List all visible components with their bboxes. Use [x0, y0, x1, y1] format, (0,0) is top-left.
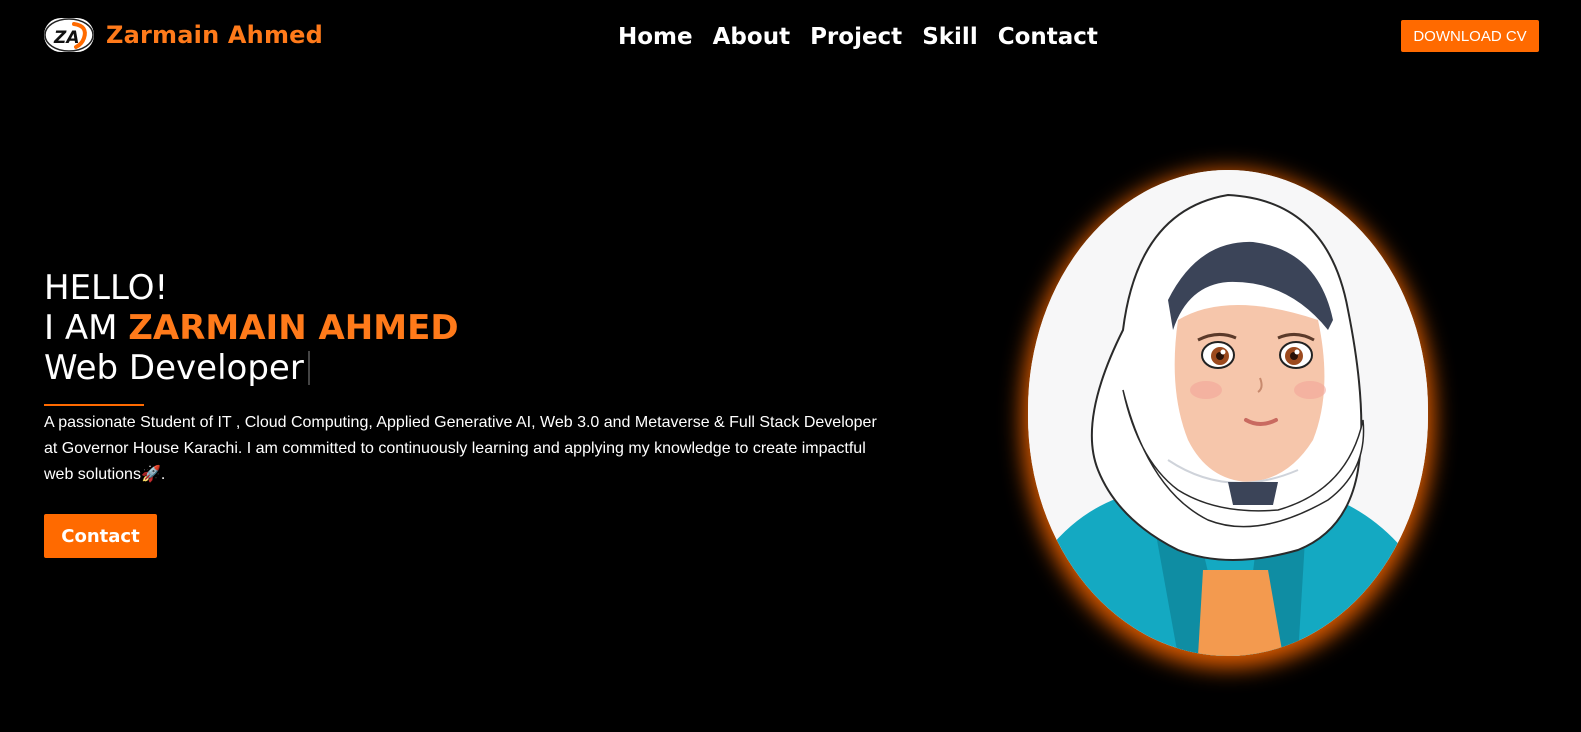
- hero-role: Web Developer: [44, 348, 304, 388]
- hero-name: ZARMAIN AHMED: [128, 308, 459, 348]
- typing-cursor: [307, 351, 310, 385]
- nav-skill[interactable]: Skill: [922, 22, 978, 52]
- nav-contact[interactable]: Contact: [998, 22, 1098, 52]
- i-am-text: I AM: [44, 308, 129, 348]
- hero-description: A passionate Student of IT , Cloud Compu…: [44, 414, 877, 483]
- avatar-illustration: [1028, 170, 1428, 656]
- brand-name: Zarmain Ahmed: [106, 21, 324, 49]
- contact-button[interactable]: Contact: [44, 514, 157, 558]
- nav-about[interactable]: About: [713, 22, 790, 52]
- main-nav: Home About Project Skill Contact: [618, 22, 1098, 52]
- hero-intro: I AM ZARMAIN AHMED: [44, 308, 904, 348]
- portfolio-page: ZA Zarmain Ahmed Home About Project Skil…: [0, 0, 1581, 732]
- hero-section: HELLO! I AM ZARMAIN AHMED Web Developer …: [44, 268, 904, 504]
- nav-project[interactable]: Project: [810, 22, 902, 52]
- hero-greeting: HELLO!: [44, 268, 169, 308]
- nav-home[interactable]: Home: [618, 22, 693, 52]
- brand-link[interactable]: ZA Zarmain Ahmed: [44, 18, 323, 52]
- svg-text:ZA: ZA: [53, 28, 79, 48]
- accent-divider: [44, 404, 144, 406]
- hero-role-line: Web Developer: [44, 348, 904, 388]
- za-logo-icon: ZA: [44, 18, 94, 52]
- download-cv-button[interactable]: DOWNLOAD CV: [1401, 20, 1539, 52]
- avatar: [1028, 170, 1428, 656]
